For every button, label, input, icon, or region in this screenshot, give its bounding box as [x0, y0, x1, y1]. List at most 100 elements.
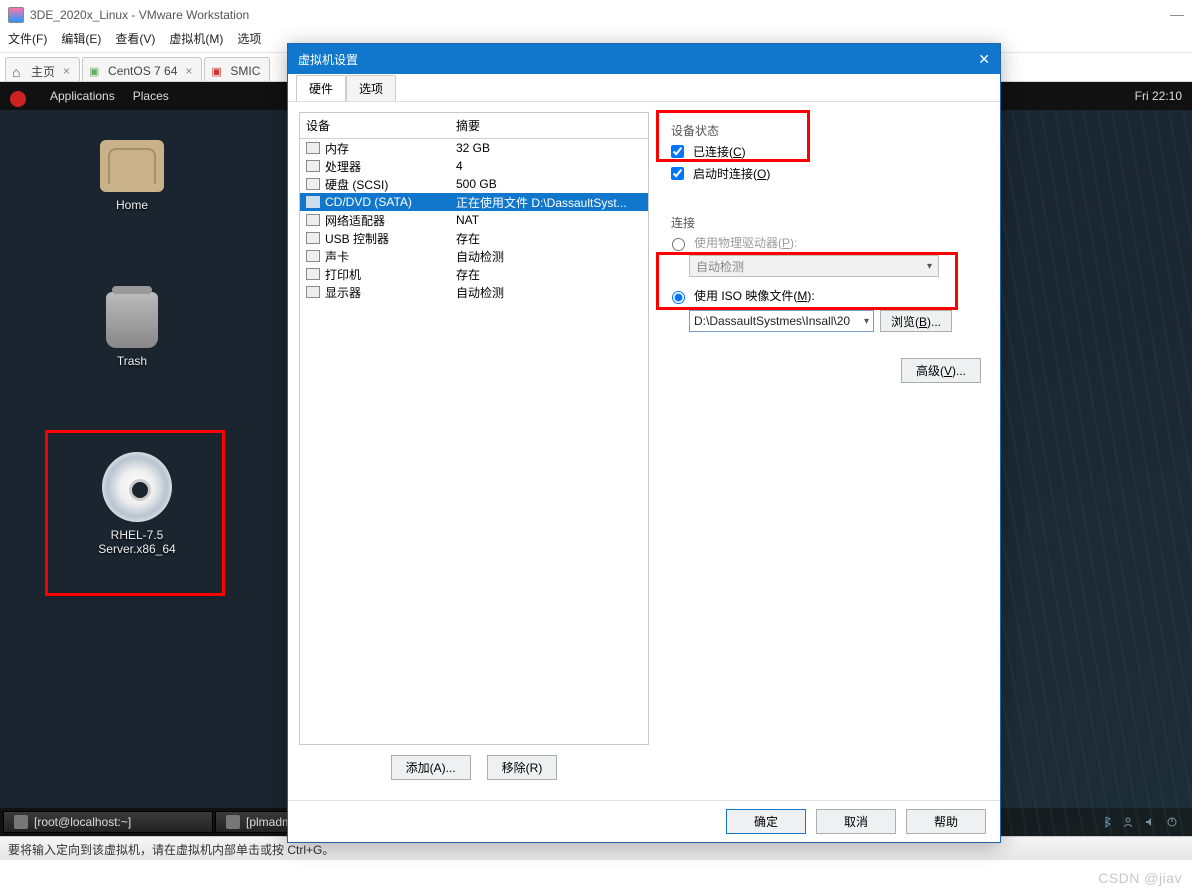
chk-connect-at-poweron[interactable]: 启动时连接(O)	[667, 164, 979, 183]
dialog-tabs: 硬件 选项	[288, 74, 1000, 102]
menu-edit[interactable]: 编辑(E)	[61, 30, 101, 52]
power-icon	[1166, 816, 1178, 828]
radio-physical-label: 使用物理驱动器(P):	[694, 234, 797, 251]
vm-icon	[89, 64, 103, 78]
group-connection: 连接 使用物理驱动器(P): 自动检测 ▾ 使用 ISO 映像文件(M): D:…	[661, 206, 985, 342]
cancel-button[interactable]: 取消	[816, 809, 896, 834]
radio-iso-file[interactable]: 使用 ISO 映像文件(M):	[667, 287, 979, 304]
group-label: 连接	[667, 216, 699, 230]
device-icon	[306, 286, 320, 298]
radio-physical-input[interactable]	[672, 238, 685, 251]
vm-settings-dialog: 虚拟机设置 ✕ 硬件 选项 设备 摘要 内存32 GB处理器4硬盘 (SCSI)…	[287, 43, 1001, 843]
window-minimize-icon[interactable]: —	[1170, 6, 1184, 22]
tab-smic-label: SMIC	[230, 64, 260, 78]
device-summary: 自动检测	[452, 248, 646, 265]
chk-connected[interactable]: 已连接(C)	[667, 142, 979, 161]
add-button[interactable]: 添加(A)...	[391, 755, 471, 780]
device-row[interactable]: 声卡自动检测	[300, 247, 648, 265]
device-summary: 自动检测	[452, 284, 646, 301]
device-icon	[306, 232, 320, 244]
tab-home-label: 主页	[31, 63, 55, 80]
device-row[interactable]: 处理器 4	[300, 157, 648, 175]
user-icon	[1122, 816, 1134, 828]
redhat-icon	[10, 91, 26, 107]
advanced-button[interactable]: 高级(V)...	[901, 358, 981, 383]
device-row[interactable]: 打印机存在	[300, 265, 648, 283]
tab-smic[interactable]: SMIC	[204, 57, 270, 81]
device-row[interactable]: USB 控制器存在	[300, 229, 648, 247]
dialog-title: 虚拟机设置	[298, 51, 358, 68]
task-terminal-1[interactable]: [root@localhost:~]	[3, 811, 213, 833]
tab-hardware[interactable]: 硬件	[296, 75, 346, 101]
device-icon	[306, 196, 320, 208]
device-summary: 32 GB	[452, 141, 646, 155]
remove-button[interactable]: 移除(R)	[487, 755, 558, 780]
device-name: 网络适配器	[325, 212, 385, 229]
desktop-home-label: Home	[82, 198, 182, 212]
close-icon[interactable]: ×	[63, 64, 70, 78]
chk-connect-at-poweron-input[interactable]	[671, 167, 684, 180]
device-icon	[306, 142, 320, 154]
menu-places[interactable]: Places	[133, 89, 169, 103]
device-name: 显示器	[325, 284, 361, 301]
desktop-trash-label: Trash	[82, 354, 182, 368]
device-icon	[306, 160, 320, 172]
watermark: CSDN @jiav	[1098, 870, 1182, 886]
chevron-down-icon: ▾	[927, 261, 932, 272]
device-row[interactable]: 显示器 自动检测	[300, 283, 648, 301]
device-summary: 正在使用文件 D:\DassaultSyst...	[452, 194, 646, 211]
desktop-home[interactable]: Home	[82, 140, 182, 212]
device-row[interactable]: 硬盘 (SCSI)500 GB	[300, 175, 648, 193]
col-summary: 摘要	[450, 113, 648, 138]
device-icon	[306, 250, 320, 262]
tab-centos-label: CentOS 7 64	[108, 64, 177, 78]
menu-options[interactable]: 选项	[237, 30, 261, 52]
device-summary: 4	[452, 159, 646, 173]
trash-icon	[106, 292, 158, 348]
dialog-titlebar[interactable]: 虚拟机设置 ✕	[288, 44, 1000, 74]
dialog-footer: 确定 取消 帮助	[288, 800, 1000, 842]
terminal-icon	[226, 815, 240, 829]
tab-home[interactable]: 主页 ×	[5, 57, 80, 81]
physical-drive-value: 自动检测	[696, 258, 744, 275]
device-row[interactable]: 内存32 GB	[300, 139, 648, 157]
ok-button[interactable]: 确定	[726, 809, 806, 834]
chk-connected-input[interactable]	[671, 145, 684, 158]
device-row[interactable]: 网络适配器NAT	[300, 211, 648, 229]
volume-icon	[1144, 816, 1156, 828]
device-icon	[306, 178, 320, 190]
device-name: 处理器	[325, 158, 361, 175]
radio-iso-input[interactable]	[672, 291, 685, 304]
device-row[interactable]: CD/DVD (SATA)正在使用文件 D:\DassaultSyst...	[300, 193, 648, 211]
tab-options[interactable]: 选项	[346, 75, 396, 101]
systray[interactable]	[1097, 816, 1189, 828]
device-list[interactable]: 设备 摘要 内存32 GB处理器4硬盘 (SCSI)500 GBCD/DVD (…	[299, 112, 649, 745]
chevron-down-icon[interactable]: ▾	[864, 316, 869, 327]
device-buttons: 添加(A)... 移除(R)	[299, 745, 649, 790]
group-label: 设备状态	[667, 124, 723, 138]
vm-icon	[211, 64, 225, 78]
radio-physical-drive[interactable]: 使用物理驱动器(P):	[667, 234, 979, 251]
menu-vm[interactable]: 虚拟机(M)	[169, 30, 223, 52]
main-titlebar: 3DE_2020x_Linux - VMware Workstation	[0, 0, 1192, 30]
close-icon[interactable]: ✕	[978, 51, 990, 68]
help-button[interactable]: 帮助	[906, 809, 986, 834]
device-summary: 500 GB	[452, 177, 646, 191]
physical-drive-select: 自动检测 ▾	[689, 255, 939, 277]
menu-view[interactable]: 查看(V)	[115, 30, 155, 52]
highlight-box	[45, 430, 225, 596]
group-device-state: 设备状态 已连接(C) 启动时连接(O)	[661, 114, 985, 196]
close-icon[interactable]: ×	[185, 64, 192, 78]
iso-path-input[interactable]: D:\DassaultSystmes\Insall\20 ▾	[689, 310, 874, 332]
iso-path-value: D:\DassaultSystmes\Insall\20	[694, 314, 850, 328]
browse-button[interactable]: 浏览(B)...	[880, 310, 952, 332]
chk-connected-label: 已连接(C)	[693, 143, 746, 160]
device-summary: 存在	[452, 266, 646, 283]
desktop-trash[interactable]: Trash	[82, 292, 182, 368]
menu-file[interactable]: 文件(F)	[8, 30, 47, 52]
menu-applications[interactable]: Applications	[50, 89, 115, 103]
tab-centos[interactable]: CentOS 7 64 ×	[82, 57, 202, 81]
window-title: 3DE_2020x_Linux - VMware Workstation	[30, 8, 249, 22]
clock[interactable]: Fri 22:10	[1135, 89, 1182, 103]
device-name: USB 控制器	[325, 230, 389, 247]
